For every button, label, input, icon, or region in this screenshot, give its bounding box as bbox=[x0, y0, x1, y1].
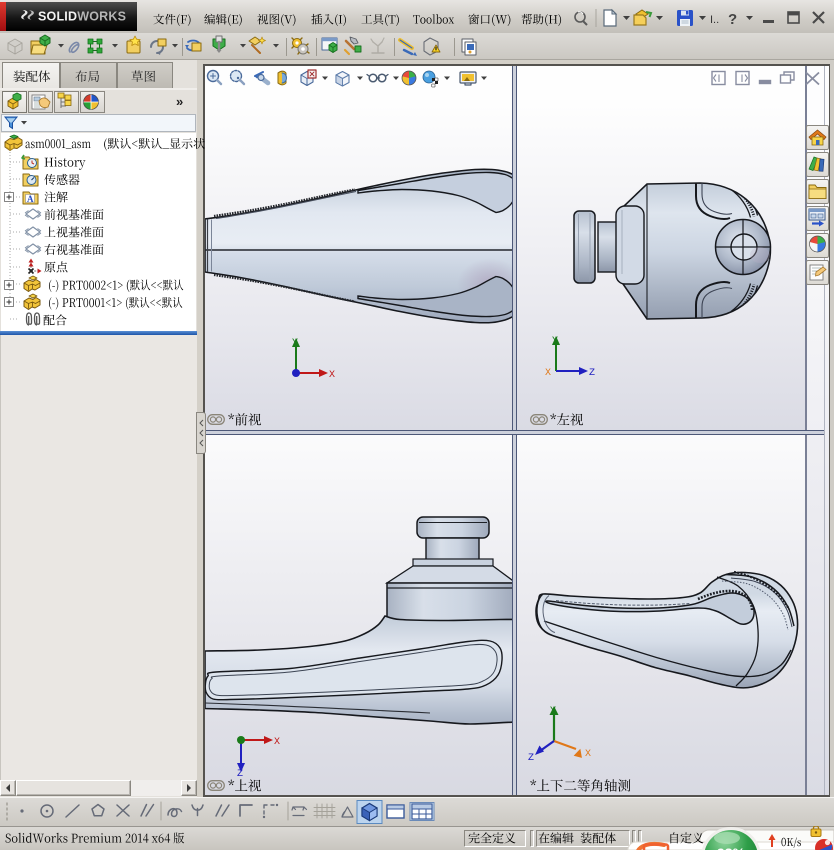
svg-text:98%: 98% bbox=[717, 845, 746, 850]
svg-text:SOLIDWORKS: SOLIDWORKS bbox=[38, 10, 126, 24]
svg-text:Y: Y bbox=[292, 338, 298, 349]
svg-text:Z: Z bbox=[237, 769, 243, 776]
svg-text:?: ? bbox=[728, 11, 737, 28]
svg-text:Y: Y bbox=[550, 706, 556, 717]
svg-text:X: X bbox=[585, 749, 591, 760]
svg-text:Z: Z bbox=[528, 753, 534, 760]
svg-text:X: X bbox=[329, 370, 335, 380]
svg-text:A: A bbox=[27, 194, 34, 204]
svg-text:Z: Z bbox=[589, 368, 595, 378]
svg-text:Y: Y bbox=[552, 336, 558, 347]
svg-text:X: X bbox=[274, 737, 280, 748]
svg-text:I..: I.. bbox=[710, 14, 719, 26]
svg-text:X: X bbox=[545, 368, 551, 378]
